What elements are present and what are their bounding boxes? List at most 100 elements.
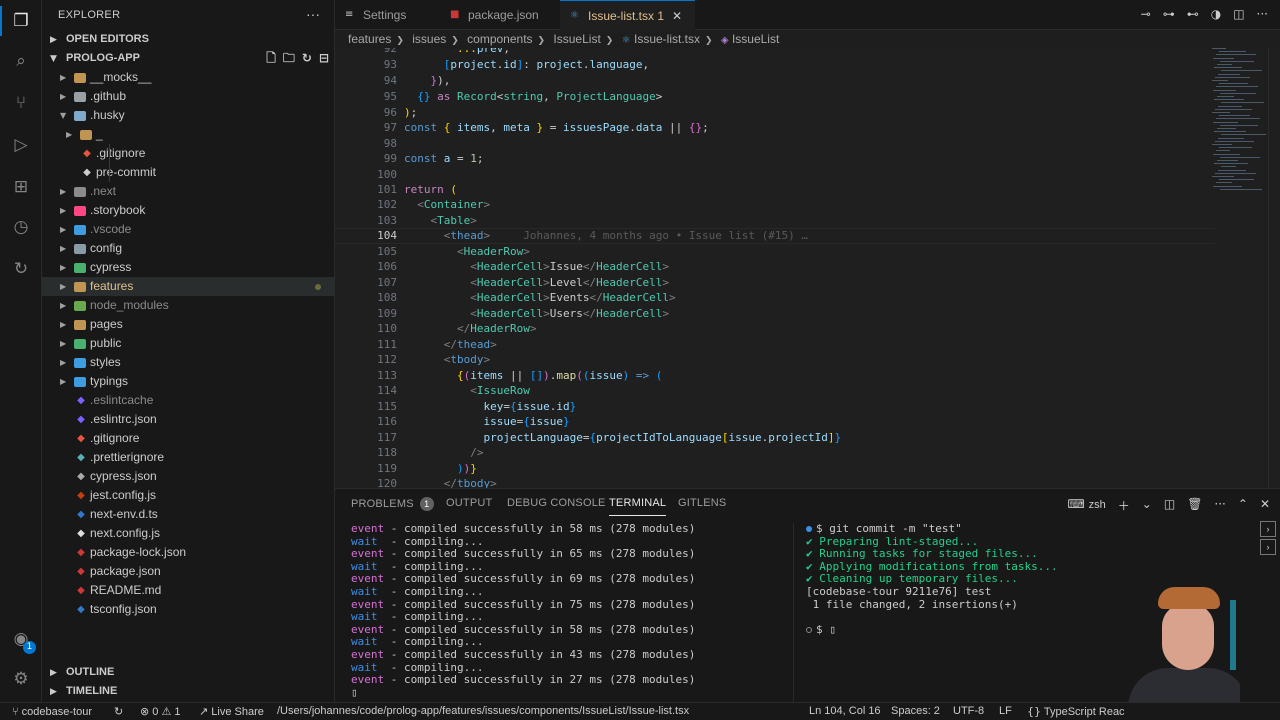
tab-debug-console[interactable]: DEBUG CONSOLE: [507, 497, 606, 509]
terminal-output[interactable]: event - compiled successfully in 58 ms (…: [351, 522, 791, 699]
tree-item[interactable]: ▶ __mocks__: [42, 68, 335, 87]
minimap[interactable]: [1212, 48, 1268, 208]
new-terminal-icon[interactable]: ＋: [1118, 497, 1130, 514]
tree-item[interactable]: ▶ .next: [42, 182, 335, 201]
code-line: ))}: [456, 462, 477, 475]
live-share-item[interactable]: ↗ Live Share: [199, 703, 264, 720]
outline-section[interactable]: ▶ OUTLINE: [42, 662, 335, 682]
new-file-icon[interactable]: 🗋: [266, 48, 276, 68]
open-changes-icon[interactable]: ◑: [1211, 7, 1221, 21]
tree-item[interactable]: ◆ .eslintcache: [42, 391, 335, 410]
folder-icon: [74, 187, 86, 197]
extensions-icon[interactable]: ⊞: [10, 176, 32, 198]
tree-item[interactable]: ◆ pre-commit: [42, 163, 335, 182]
chevron-down-icon[interactable]: ⌄: [1142, 497, 1152, 514]
close-icon[interactable]: ✕: [1260, 497, 1270, 514]
file-path[interactable]: /Users/johannes/code/prolog-app/features…: [277, 703, 689, 720]
git-step: ✔ Cleaning up temporary files...: [806, 572, 1018, 586]
tree-item[interactable]: ◆ next-env.d.ts: [42, 505, 335, 524]
cursor-position[interactable]: Ln 104, Col 16: [809, 703, 881, 720]
tree-item[interactable]: ▶ typings: [42, 372, 335, 391]
tree-item[interactable]: ◆ README.md: [42, 581, 335, 600]
branch-item[interactable]: ⑂ codebase-tour: [12, 703, 92, 720]
tree-item[interactable]: ◆ package-lock.json: [42, 543, 335, 562]
tab-gitlens[interactable]: GITLENS: [678, 497, 726, 509]
tree-item[interactable]: ◆ cypress.json: [42, 467, 335, 486]
tree-item[interactable]: ◆ .eslintrc.json: [42, 410, 335, 429]
tree-item[interactable]: ▶ features: [42, 277, 335, 296]
encoding[interactable]: UTF-8: [953, 703, 984, 720]
tree-item[interactable]: ▶ .storybook: [42, 201, 335, 220]
tree-item[interactable]: ▶ .vscode: [42, 220, 335, 239]
breadcrumb-item[interactable]: features: [348, 32, 391, 46]
tree-item[interactable]: ▶ node_modules: [42, 296, 335, 315]
tree-item[interactable]: ◆ .gitignore: [42, 144, 335, 163]
remote-explorer-icon[interactable]: ◷: [10, 216, 32, 238]
tree-item[interactable]: ▶ cypress: [42, 258, 335, 277]
tab-issue-list[interactable]: ⚛ Issue-list.tsx 1 ✕: [560, 0, 695, 30]
more-actions-icon[interactable]: ···: [1214, 497, 1225, 514]
folder-icon: [74, 73, 86, 83]
new-folder-icon[interactable]: 🗀: [283, 48, 295, 68]
trash-icon[interactable]: 🗑: [1187, 497, 1202, 514]
explorer-title: EXPLORER: [58, 9, 121, 21]
timeline-next-icon[interactable]: ⊷: [1187, 7, 1199, 21]
tab-settings[interactable]: ≡ Settings: [335, 0, 440, 30]
tree-item[interactable]: ◆ .prettierignore: [42, 448, 335, 467]
breadcrumb-item[interactable]: components: [467, 32, 532, 46]
sync-icon[interactable]: ↻: [114, 703, 123, 720]
tree-item[interactable]: ▶ styles: [42, 353, 335, 372]
terminal-shell-icon[interactable]: ⌨ zsh: [1068, 497, 1106, 514]
breadcrumb-item[interactable]: Issue-list.tsx: [634, 32, 700, 46]
tree-item[interactable]: ▶ public: [42, 334, 335, 353]
maximize-panel-icon[interactable]: ⌃: [1238, 497, 1248, 514]
timeline-prev-icon[interactable]: ⊶: [1163, 7, 1175, 21]
terminal-instance-icon[interactable]: ›: [1260, 539, 1276, 555]
tree-item[interactable]: ▶ _: [42, 125, 335, 144]
accounts-icon[interactable]: ◉ 1: [10, 628, 36, 654]
tree-item[interactable]: ▶ .github: [42, 87, 335, 106]
tree-item[interactable]: ▶ pages: [42, 315, 335, 334]
more-actions-icon[interactable]: ···: [306, 6, 320, 22]
tree-item[interactable]: ◆ .gitignore: [42, 429, 335, 448]
code-editor[interactable]: 92 93 94 95 96 97 98 99 100 101 102 103 104 105 106 107…: [335, 48, 1280, 488]
tree-item[interactable]: ◆ next.config.js: [42, 524, 335, 543]
language-mode[interactable]: {} TypeScript Reac: [1027, 703, 1125, 720]
close-icon[interactable]: ✕: [672, 9, 682, 23]
tree-item[interactable]: ▶ config: [42, 239, 335, 258]
split-terminal-icon[interactable]: ◫: [1164, 497, 1175, 514]
more-actions-icon[interactable]: ···: [1257, 7, 1268, 21]
tree-item[interactable]: ◆ package.json: [42, 562, 335, 581]
settings-gear-icon[interactable]: ⚙: [10, 668, 32, 690]
breadcrumb-item[interactable]: IssueList: [732, 32, 779, 46]
webcam-shirt: [1128, 668, 1240, 702]
open-editors-section[interactable]: ▶ OPEN EDITORS: [42, 29, 335, 49]
breadcrumb-item[interactable]: issues: [412, 32, 446, 46]
collapse-all-icon[interactable]: ⊟: [319, 48, 329, 68]
tab-package-json[interactable]: ■ package.json: [440, 0, 560, 30]
minimap-line: [1217, 64, 1232, 65]
tree-item[interactable]: ▼ .husky: [42, 106, 335, 125]
line-ending[interactable]: LF: [999, 703, 1012, 720]
search-icon[interactable]: ⌕: [10, 50, 32, 72]
scrollbar[interactable]: [1268, 48, 1280, 488]
explorer-icon[interactable]: ❐: [10, 10, 32, 32]
split-editor-icon[interactable]: ◫: [1233, 7, 1244, 21]
source-control-icon[interactable]: ⑂: [10, 92, 32, 114]
problems-item[interactable]: ⊗ 0 ⚠ 1: [140, 703, 181, 720]
tab-problems[interactable]: PROBLEMS 1: [351, 497, 434, 511]
tree-item[interactable]: ◆ jest.config.js: [42, 486, 335, 505]
tab-terminal[interactable]: TERMINAL: [609, 497, 667, 516]
run-debug-icon[interactable]: ▷: [10, 134, 32, 156]
refresh-icon[interactable]: ↻: [302, 48, 312, 68]
tree-item[interactable]: ◆ tsconfig.json: [42, 600, 335, 619]
timeline-section[interactable]: ▶ TIMELINE: [42, 681, 335, 701]
breadcrumb-item[interactable]: IssueList: [553, 32, 600, 46]
tab-output[interactable]: OUTPUT: [446, 497, 492, 509]
indentation[interactable]: Spaces: 2: [891, 703, 940, 720]
project-section[interactable]: ▼ PROLOG-APP 🗋 🗀 ↻ ⊟: [42, 48, 335, 68]
terminal-instance-icon[interactable]: ›: [1260, 521, 1276, 537]
git-compare-icon[interactable]: ⊸: [1141, 7, 1151, 21]
live-share-icon[interactable]: ↻: [10, 258, 32, 280]
folder-icon: [74, 320, 86, 330]
